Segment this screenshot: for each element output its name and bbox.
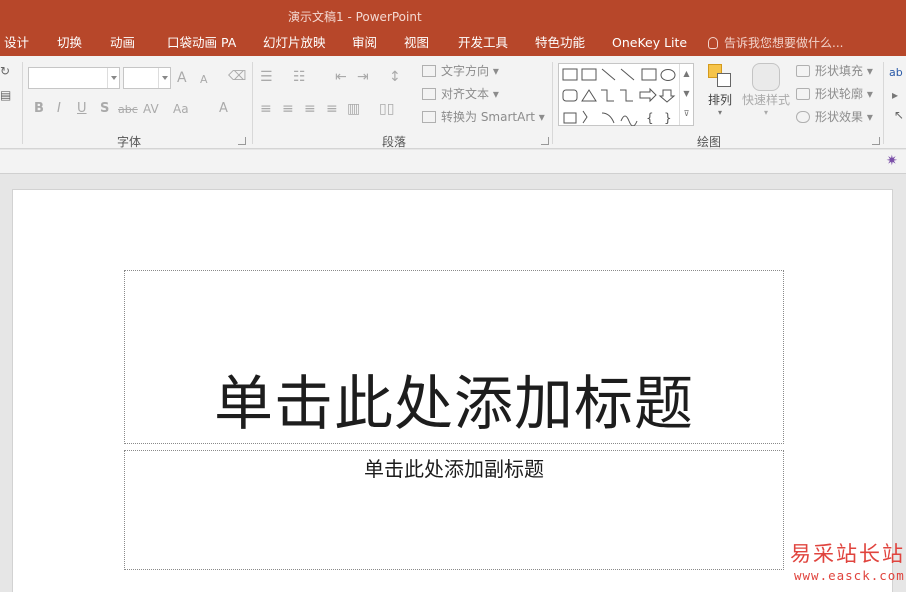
gallery-scroll[interactable]: ▲ ▼ ⊽	[679, 64, 693, 125]
chevron-down-icon[interactable]	[158, 68, 170, 88]
font-name-combo[interactable]	[28, 67, 120, 89]
title-placeholder-text: 单击此处添加标题	[213, 369, 694, 438]
ribbon: ↻ ▤ A A ⌫ B I U S abc AV Aa A 字体 ☰ ☷ ⇤ ⇥…	[0, 56, 906, 149]
magic-wand-icon[interactable]: ✷	[886, 154, 900, 168]
chevron-down-icon: ▾	[717, 108, 722, 117]
change-case-button[interactable]: Aa	[173, 100, 189, 118]
group-label-paragraph: 段落	[382, 135, 407, 149]
chevron-down-icon[interactable]	[107, 68, 119, 88]
tab-transitions[interactable]: 切换	[57, 33, 82, 53]
tab-onekey-lite[interactable]: OneKey Lite	[612, 33, 687, 53]
tab-features[interactable]: 特色功能	[535, 33, 585, 53]
cursor-icon[interactable]: ↖	[894, 106, 904, 124]
tab-view[interactable]: 视图	[404, 33, 429, 53]
distributed-icon[interactable]: ▥	[347, 100, 360, 118]
align-text-button[interactable]: 对齐文本 ▾	[422, 86, 499, 102]
shapes-gallery[interactable]: {} ▲ ▼ ⊽	[558, 63, 694, 126]
watermark-line2: www.easck.com	[794, 568, 905, 583]
align-right-icon[interactable]: ≡	[304, 100, 316, 118]
arrange-button[interactable]: 排列 ▾	[703, 63, 737, 117]
shadow-button[interactable]: S	[100, 100, 109, 118]
gallery-more-icon[interactable]: ⊽	[680, 104, 693, 124]
collapsed-bar: ✷	[0, 150, 906, 174]
decrease-indent-icon[interactable]: ⇤	[335, 68, 347, 86]
tab-slideshow[interactable]: 幻灯片放映	[263, 33, 326, 53]
watermark-line1: 易采站长站	[790, 542, 905, 566]
columns-icon[interactable]: ▯▯	[379, 100, 394, 118]
tab-developer[interactable]: 开发工具	[458, 33, 508, 53]
clipped-right-icon[interactable]: ab	[889, 64, 903, 82]
smartart-icon	[422, 111, 436, 123]
quick-styles-button[interactable]: 快速样式 ▾	[740, 63, 792, 117]
chevron-down-icon: ▾	[763, 108, 768, 117]
arrange-icon	[707, 63, 733, 91]
subtitle-placeholder-text: 单击此处添加副标题	[364, 457, 544, 481]
char-spacing-button[interactable]: AV	[143, 100, 159, 118]
shape-outline-button[interactable]: 形状轮廓 ▾	[796, 86, 873, 102]
paragraph-dialog-launcher-icon[interactable]	[541, 137, 549, 145]
pen-icon	[796, 88, 810, 100]
watermark: 易采站长站 www.easck.com	[790, 538, 906, 592]
chevron-down-icon[interactable]: ▼	[680, 84, 693, 104]
font-dialog-launcher-icon[interactable]	[238, 137, 246, 145]
window-title: 演示文稿1 - PowerPoint	[288, 10, 422, 24]
svg-text:{: {	[646, 111, 654, 125]
group-label-drawing: 绘图	[697, 135, 722, 149]
bullets-icon[interactable]: ☰	[260, 68, 273, 86]
tell-me-text: 告诉我您想要做什么...	[724, 36, 844, 50]
svg-text:}: }	[664, 111, 672, 125]
quick-styles-icon	[752, 63, 780, 91]
clear-format-icon[interactable]: ⌫	[228, 68, 246, 86]
tab-design[interactable]: 设计	[4, 33, 29, 53]
strikethrough-button[interactable]: abc	[118, 101, 138, 119]
text-direction-icon	[422, 65, 436, 77]
subtitle-placeholder[interactable]: 单击此处添加副标题	[124, 450, 784, 570]
chevron-up-icon[interactable]: ▲	[680, 64, 693, 84]
drawing-dialog-launcher-icon[interactable]	[872, 137, 880, 145]
text-direction-button[interactable]: 文字方向 ▾	[422, 63, 499, 79]
tell-me-box[interactable]: 告诉我您想要做什么...	[708, 33, 843, 53]
shape-fill-button[interactable]: 形状填充 ▾	[796, 63, 873, 79]
shrink-font-button[interactable]: A	[200, 71, 208, 89]
clipped-right-icon-2[interactable]: ▸	[892, 86, 898, 104]
slide-canvas[interactable]: 单击此处添加标题 单击此处添加副标题	[12, 189, 893, 592]
align-text-icon	[422, 88, 436, 100]
lightbulb-icon	[708, 37, 718, 49]
font-color-button[interactable]: A	[219, 100, 228, 118]
tab-animations[interactable]: 动画	[110, 33, 135, 53]
paint-bucket-icon	[796, 65, 810, 77]
grow-font-button[interactable]: A	[177, 69, 187, 87]
bold-button[interactable]: B	[34, 100, 44, 118]
effects-icon	[796, 111, 810, 123]
clipped-left-icon-2[interactable]: ▤	[0, 86, 11, 104]
underline-button[interactable]: U	[77, 100, 87, 118]
clipped-left-icon[interactable]: ↻	[0, 62, 10, 80]
font-size-combo[interactable]	[123, 67, 171, 89]
tab-pocket-animation[interactable]: 口袋动画 PA	[167, 33, 236, 53]
justify-icon[interactable]: ≡	[326, 100, 338, 118]
shapes-gallery-icons: {}	[562, 68, 676, 126]
line-spacing-icon[interactable]: ↕	[389, 68, 401, 86]
title-bar: 演示文稿1 - PowerPoint 设计 切换 动画 口袋动画 PA 幻灯片放…	[0, 0, 906, 56]
shape-effects-button[interactable]: 形状效果 ▾	[796, 109, 873, 125]
align-center-icon[interactable]: ≡	[282, 100, 294, 118]
align-left-icon[interactable]: ≡	[260, 100, 272, 118]
tab-review[interactable]: 审阅	[352, 33, 377, 53]
title-placeholder[interactable]: 单击此处添加标题	[124, 270, 784, 444]
italic-button[interactable]: I	[57, 100, 61, 118]
increase-indent-icon[interactable]: ⇥	[357, 68, 369, 86]
numbering-icon[interactable]: ☷	[293, 68, 306, 86]
group-label-font: 字体	[117, 135, 142, 149]
convert-smartart-button[interactable]: 转换为 SmartArt ▾	[422, 109, 545, 125]
